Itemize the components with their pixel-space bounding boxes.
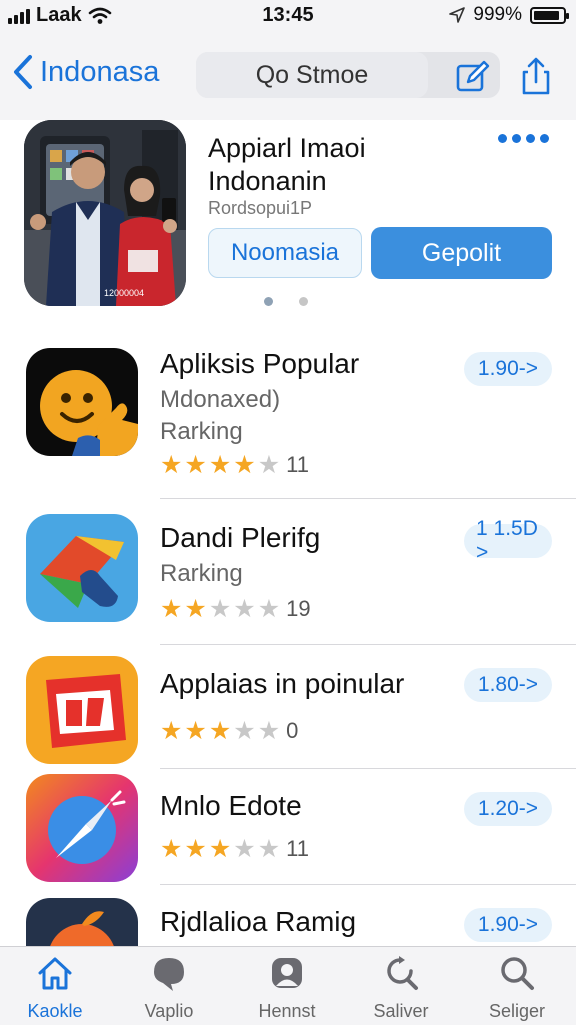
back-button[interactable]: Indonasa bbox=[12, 54, 159, 90]
star-rating: ★ ★ ★ ★ ★ 19 bbox=[160, 596, 311, 622]
star-icon: ★ bbox=[208, 834, 232, 863]
price-button[interactable]: 1 1.5D > bbox=[464, 517, 552, 564]
photo-caption: 12000004 bbox=[104, 288, 144, 298]
featured-title-line2: Indonanin bbox=[208, 166, 327, 196]
featured-card: 12000004 Appiarl Imaoi Indonanin Rordsop… bbox=[0, 120, 576, 328]
fruit-app-icon[interactable] bbox=[26, 898, 138, 946]
star-rating: ★ ★ ★ ★ ★ 11 bbox=[160, 452, 309, 478]
app-row[interactable]: Dandi Plerifg Rarking ★ ★ ★ ★ ★ 19 1 1.5D > bbox=[0, 514, 576, 645]
tab-label: Hennst bbox=[258, 1001, 316, 1021]
chevron-left-icon bbox=[14, 55, 32, 89]
row-divider bbox=[160, 498, 576, 499]
refresh-search-icon bbox=[387, 956, 418, 990]
star-icon: ★ bbox=[160, 594, 183, 623]
star-icon: ★ bbox=[208, 716, 232, 745]
tab-kaokle[interactable]: Kaokle bbox=[0, 953, 110, 1023]
tab-label: Seliger bbox=[488, 1001, 546, 1021]
featured-title: Appiarl Imaoi Indonanin bbox=[208, 132, 366, 198]
row-divider bbox=[160, 644, 576, 645]
battery-percent: 999% bbox=[473, 4, 522, 25]
featured-photo[interactable]: 12000004 bbox=[24, 120, 186, 306]
star-icon: ★ bbox=[184, 834, 207, 863]
emoji-app-icon[interactable] bbox=[26, 348, 138, 456]
navigation-bar: Indonasa Qo Stmoe bbox=[0, 34, 576, 120]
tab-hennst[interactable]: Hennst bbox=[232, 953, 342, 1023]
rating-count: 0 bbox=[286, 718, 299, 743]
app-name: Apliksis Popular bbox=[160, 348, 360, 379]
row-divider bbox=[160, 768, 576, 769]
search-icon bbox=[501, 957, 534, 990]
status-bar: Laak 13:45 999% bbox=[0, 0, 576, 34]
rating-count: 11 bbox=[286, 452, 309, 477]
star-icon: ★ bbox=[160, 834, 183, 863]
tab-label: Vaplio bbox=[144, 1001, 194, 1021]
star-icon: ★ bbox=[208, 450, 232, 479]
star-icon: ★ bbox=[233, 834, 256, 863]
star-icon: ★ bbox=[208, 594, 232, 623]
star-icon: ★ bbox=[233, 594, 256, 623]
page-dot-1[interactable] bbox=[264, 297, 273, 306]
app-category: Rarking bbox=[160, 418, 243, 445]
app-name: Rjdlalioa Ramig bbox=[160, 906, 357, 937]
star-icon: ★ bbox=[257, 834, 281, 863]
profile-icon bbox=[272, 958, 302, 988]
puzzle-app-icon[interactable] bbox=[26, 656, 138, 764]
tab-saliver[interactable]: Saliver bbox=[346, 953, 456, 1023]
rating-count: 19 bbox=[286, 596, 311, 621]
tab-label: Kaokle bbox=[27, 1001, 83, 1021]
location-icon bbox=[449, 7, 466, 23]
star-icon: ★ bbox=[160, 450, 183, 479]
star-icon: ★ bbox=[160, 716, 183, 745]
app-row[interactable]: Apliksis Popular Mdonaxed) Rarking ★ ★ ★ ★ ★… bbox=[0, 348, 576, 499]
price-button[interactable]: 1.20-> bbox=[464, 792, 552, 826]
featured-title-line1: Appiarl Imaoi bbox=[208, 133, 366, 163]
more-options-icon[interactable] bbox=[498, 134, 549, 143]
star-icon: ★ bbox=[257, 716, 281, 745]
tab-vaplio[interactable]: Vaplio bbox=[114, 953, 224, 1023]
primary-button[interactable]: Gepolit bbox=[371, 227, 552, 279]
compass-app-icon[interactable] bbox=[26, 774, 138, 882]
star-icon: ★ bbox=[184, 594, 207, 623]
price-button[interactable]: 1.90-> bbox=[464, 352, 552, 386]
app-name: Dandi Plerifg bbox=[160, 522, 321, 553]
star-icon: ★ bbox=[257, 594, 281, 623]
app-category: Rarking bbox=[160, 560, 243, 587]
star-icon: ★ bbox=[233, 450, 256, 479]
edit-icon[interactable] bbox=[452, 56, 492, 96]
star-icon: ★ bbox=[184, 716, 207, 745]
back-label: Indonasa bbox=[40, 55, 160, 88]
star-icon: ★ bbox=[184, 450, 207, 479]
battery-icon bbox=[530, 6, 569, 24]
app-name: Applaias in poinular bbox=[160, 668, 405, 699]
star-icon: ★ bbox=[257, 450, 281, 479]
star-icon: ★ bbox=[233, 716, 256, 745]
tab-label: Saliver bbox=[373, 1001, 429, 1021]
tab-seliger[interactable]: Seliger bbox=[462, 953, 572, 1023]
app-subtitle: Mdonaxed) bbox=[160, 386, 281, 413]
app-name: Mnlo Edote bbox=[160, 790, 302, 821]
app-row[interactable]: Rjdlalioa Ramig 1.90-> bbox=[0, 898, 576, 946]
featured-subtitle: Rordsopui1P bbox=[208, 198, 313, 218]
price-button[interactable]: 1.90-> bbox=[464, 908, 552, 942]
share-icon[interactable] bbox=[516, 56, 556, 96]
home-icon bbox=[38, 957, 72, 990]
secondary-button[interactable]: Noomasia bbox=[208, 228, 362, 278]
row-divider bbox=[160, 884, 576, 885]
app-row[interactable]: Applaias in poinular ★ ★ ★ ★ ★ 0 1.80-> bbox=[0, 656, 576, 769]
page-dot-2[interactable] bbox=[299, 297, 308, 306]
star-rating: ★ ★ ★ ★ ★ 0 bbox=[160, 718, 298, 744]
price-button[interactable]: 1.80-> bbox=[464, 668, 552, 702]
status-right: 999% bbox=[449, 4, 569, 26]
tab-bar: Kaokle Vaplio Hennst Saliver Seliger bbox=[0, 946, 576, 1025]
app-row[interactable]: Mnlo Edote ★ ★ ★ ★ ★ 11 1.20-> bbox=[0, 774, 576, 885]
chat-icon bbox=[154, 958, 184, 991]
drawing-app-icon[interactable] bbox=[26, 514, 138, 622]
rating-count: 11 bbox=[286, 836, 309, 861]
page-indicator[interactable] bbox=[264, 297, 308, 306]
star-rating: ★ ★ ★ ★ ★ 11 bbox=[160, 836, 309, 862]
search-text: Qo Stmoe bbox=[255, 60, 369, 89]
